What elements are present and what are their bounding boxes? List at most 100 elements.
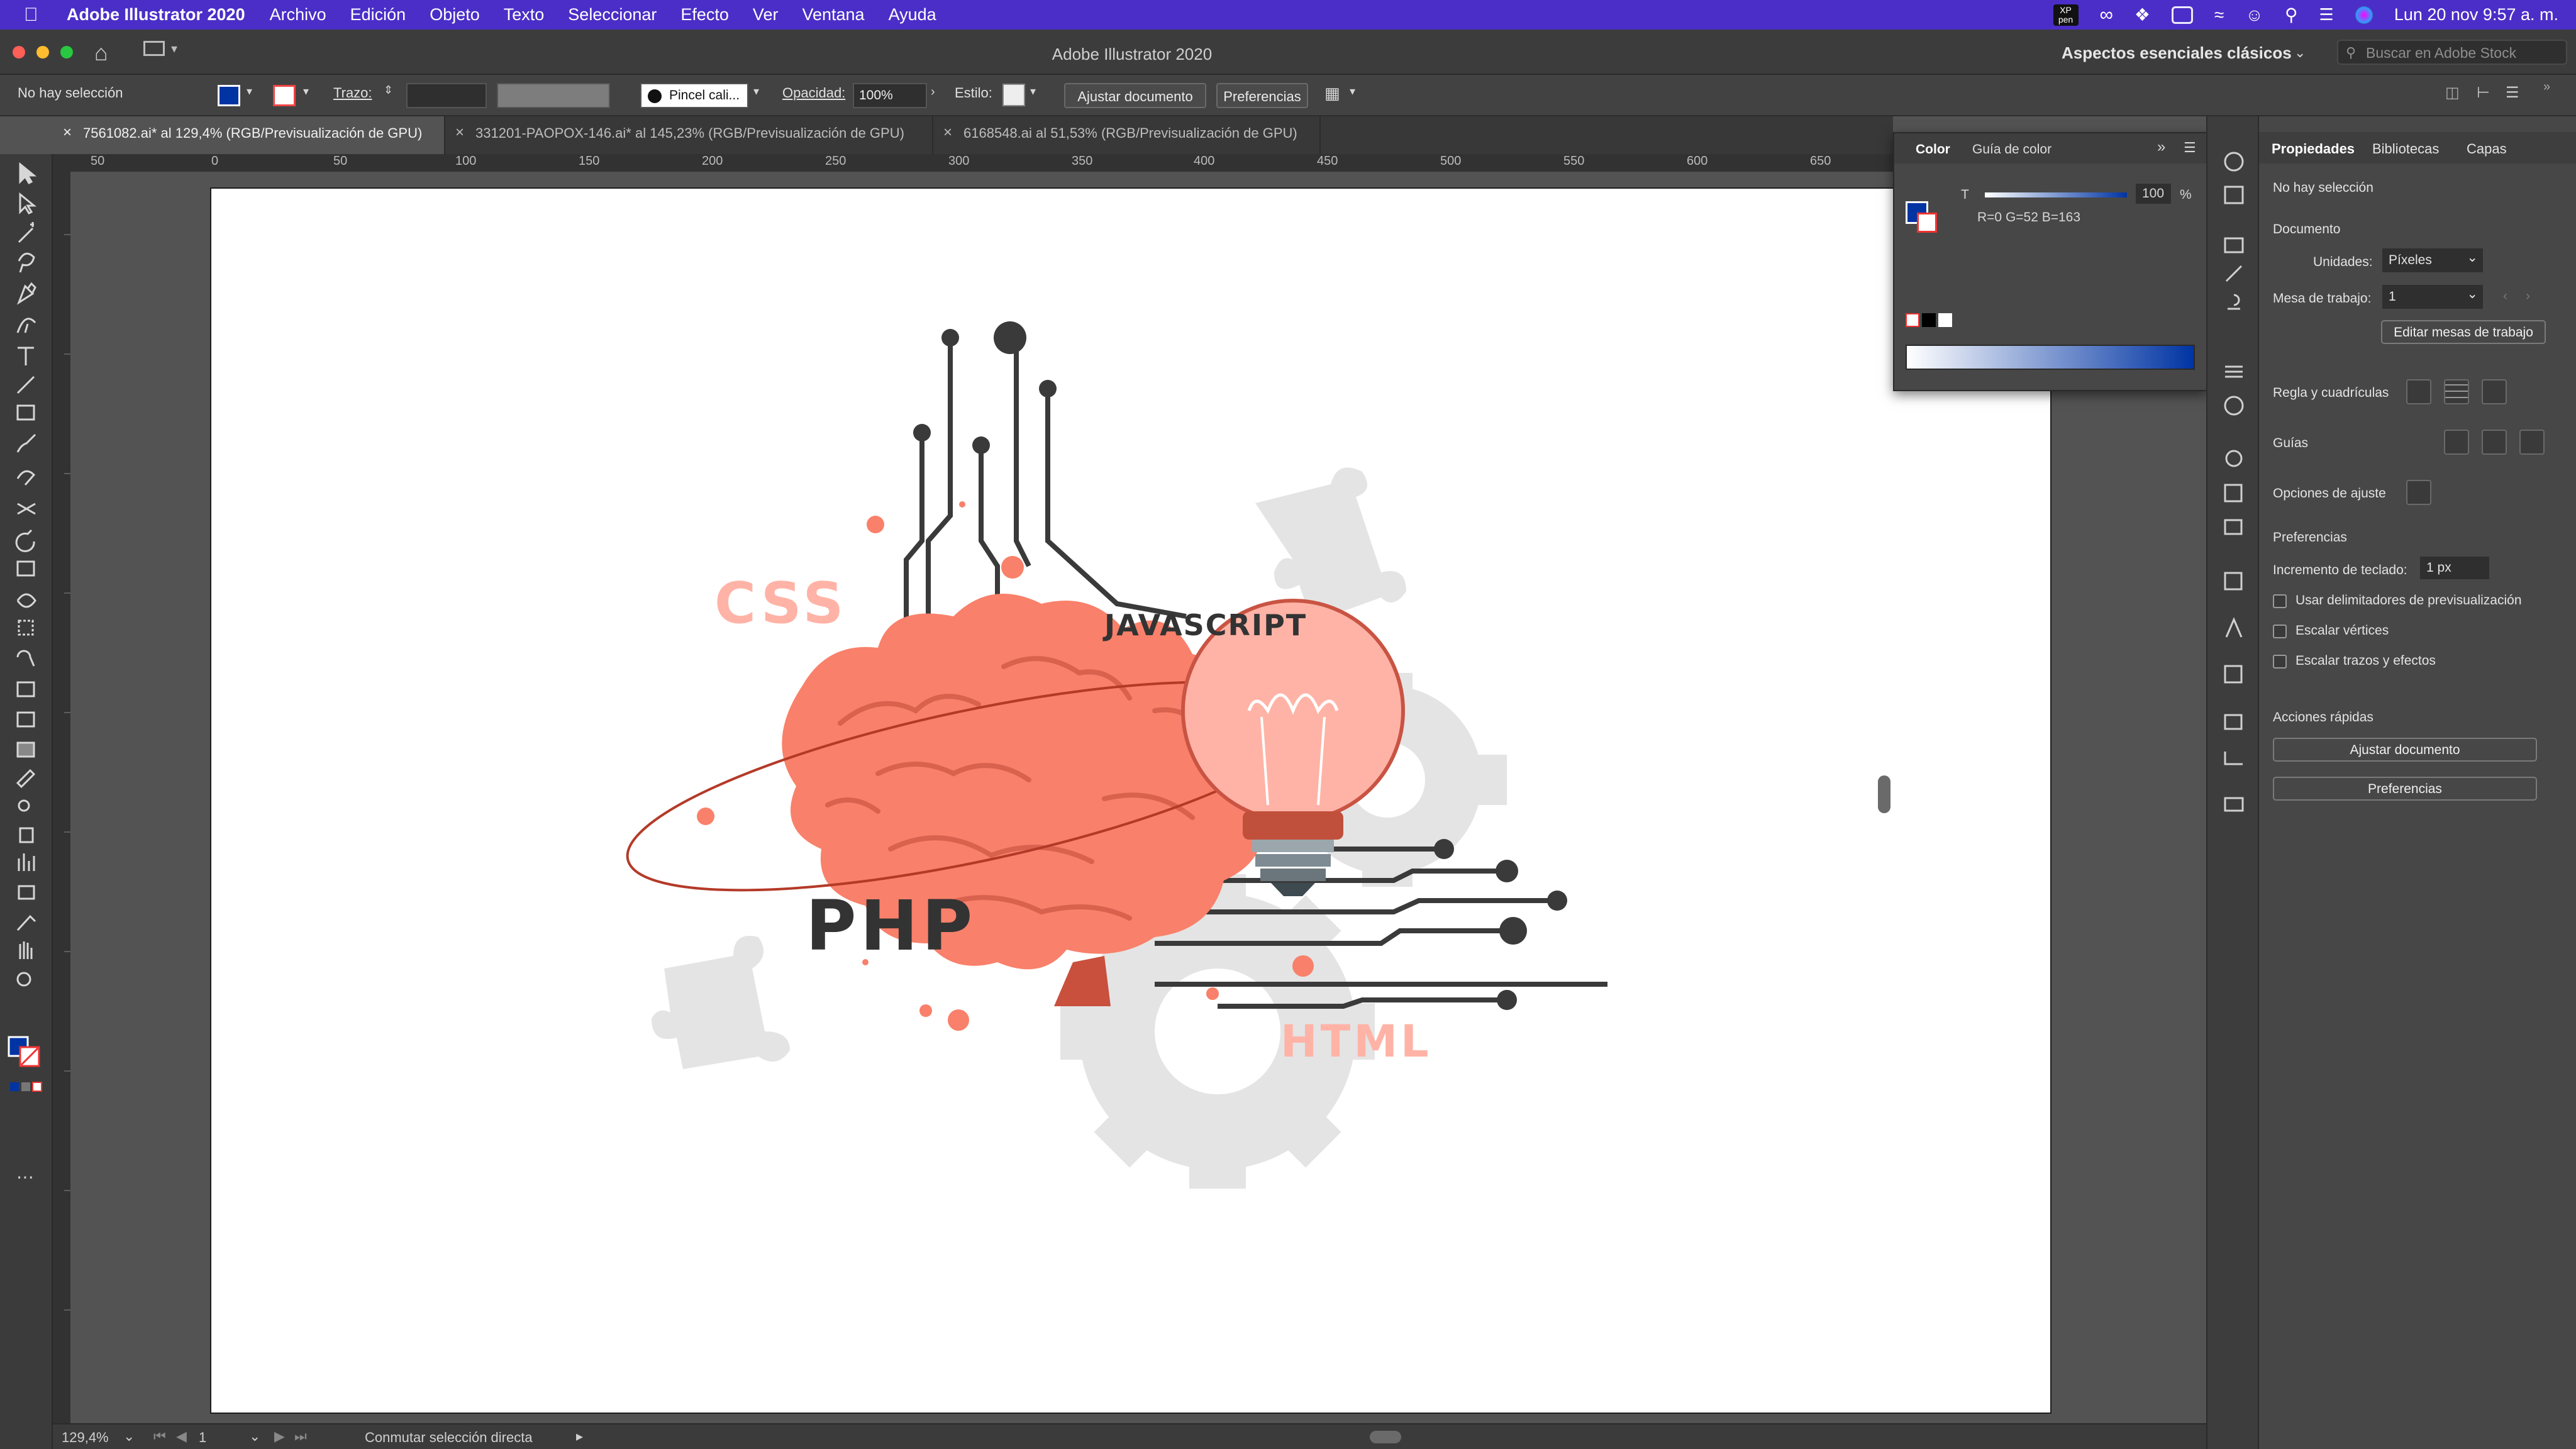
menu-ver[interactable]: Ver	[753, 5, 779, 25]
previous-artboard-icon[interactable]: ◀	[176, 1428, 187, 1445]
wifi-icon[interactable]: ≈	[2214, 5, 2224, 25]
tab-color-guide[interactable]: Guía de color	[1972, 142, 2051, 157]
menu-archivo[interactable]: Archivo	[270, 5, 326, 25]
vertical-scrollbar[interactable]	[1878, 775, 1890, 813]
display-icon[interactable]	[2172, 6, 2194, 24]
white-swatch[interactable]	[1938, 313, 1952, 327]
menu-edicion[interactable]: Edición	[350, 5, 406, 25]
chevron-down-icon[interactable]: ⌄	[2294, 45, 2306, 61]
shaper-tool-icon[interactable]	[16, 470, 36, 486]
chevron-right-icon[interactable]: ▸	[576, 1428, 583, 1445]
arrange-icon[interactable]: ▦	[1324, 84, 1340, 103]
chevron-down-icon[interactable]: ▾	[753, 85, 759, 98]
character-panel-icon[interactable]	[2225, 617, 2243, 638]
direct-selection-tool-icon[interactable]	[19, 192, 37, 214]
grid-icon[interactable]	[2444, 379, 2469, 404]
scale-strokes-label[interactable]: Escalar trazos y efectos	[2296, 653, 2436, 669]
tab-document-2[interactable]: × 331201-PAOPOX-146.ai* al 145,23% (RGB/…	[445, 116, 933, 154]
export-icon[interactable]	[2224, 484, 2243, 502]
scale-corners-label[interactable]: Escalar vértices	[2296, 623, 2389, 638]
tab-color[interactable]: Color	[1916, 142, 1950, 157]
tint-slider[interactable]	[1985, 192, 2127, 197]
rectangle-tool-icon[interactable]	[16, 404, 35, 421]
preview-bounds-label[interactable]: Usar delimitadores de previsualización	[2296, 593, 2522, 608]
date-time[interactable]: Lun 20 nov 9:57 a. m.	[2394, 5, 2558, 25]
tab-layers[interactable]: Capas	[2467, 141, 2507, 157]
apple-menu-icon[interactable]: 	[24, 4, 50, 26]
curvature-tool-icon[interactable]	[16, 318, 36, 333]
control-center-icon[interactable]: ☰	[2319, 5, 2334, 25]
rulers-icon[interactable]	[2406, 379, 2431, 404]
align-icon[interactable]: ⊢	[2477, 84, 2490, 102]
align-panel-icon[interactable]	[2224, 665, 2243, 684]
magic-wand-tool-icon[interactable]	[18, 222, 34, 243]
keyboard-increment-input[interactable]: 1 px	[2420, 557, 2489, 579]
first-artboard-icon[interactable]: ⏮	[153, 1428, 166, 1445]
chevron-down-icon[interactable]: ⌄	[249, 1428, 260, 1445]
stroke-panel-icon[interactable]	[2225, 365, 2243, 378]
fill-swatch[interactable]	[218, 85, 240, 106]
opacity-label[interactable]: Opacidad:	[782, 85, 845, 101]
preferences-button[interactable]: Preferencias	[2273, 777, 2537, 801]
fit-document-button[interactable]: Ajustar documento	[1064, 83, 1206, 108]
close-icon[interactable]: ×	[455, 124, 464, 142]
chevron-down-icon[interactable]: ▾	[247, 85, 252, 98]
preferences-button[interactable]: Preferencias	[1216, 83, 1308, 108]
last-artboard-icon[interactable]: ⏭	[294, 1428, 307, 1445]
color-guide-icon[interactable]	[2224, 186, 2244, 204]
next-artboard-icon[interactable]: ▶	[274, 1428, 285, 1445]
chevron-down-icon[interactable]: ▾	[1350, 85, 1355, 98]
hand-tool-icon[interactable]	[19, 941, 33, 959]
image-trace-icon[interactable]	[2224, 797, 2244, 812]
tint-value-field[interactable]: 100	[2136, 184, 2171, 204]
previous-artboard-icon[interactable]: ‹	[2503, 289, 2507, 304]
column-graph-tool-icon[interactable]	[18, 853, 35, 871]
user-icon[interactable]: ☺	[2245, 5, 2263, 25]
mission-control-icon[interactable]: ❖	[2135, 4, 2150, 25]
units-select[interactable]: Píxeles ⌄	[2382, 248, 2483, 272]
color-panel-icon[interactable]	[2224, 152, 2244, 172]
line-tool-icon[interactable]	[16, 375, 35, 394]
next-artboard-icon[interactable]: ›	[2526, 289, 2530, 304]
adobe-stock-search-input[interactable]: ⚲ Buscar en Adobe Stock	[2337, 40, 2567, 65]
tab-libraries[interactable]: Bibliotecas	[2372, 141, 2439, 157]
menu-objeto[interactable]: Objeto	[430, 5, 480, 25]
blend-tool-icon[interactable]	[18, 799, 30, 812]
zoom-tool-icon[interactable]	[16, 972, 31, 987]
panel-menu-icon[interactable]: ☰	[2184, 140, 2196, 156]
tab-document-3[interactable]: × 6168548.ai al 51,53% (RGB/Previsualiza…	[933, 116, 1321, 154]
artboard[interactable]: CSS JAVASCRIPT PHP HTML	[210, 187, 2051, 1414]
snap-to-point-icon[interactable]	[2406, 480, 2431, 505]
pixel-snap-icon[interactable]	[2482, 480, 2507, 505]
lock-guides-icon[interactable]	[2482, 430, 2507, 455]
preview-bounds-checkbox[interactable]	[2273, 594, 2287, 608]
menu-ventana[interactable]: Ventana	[802, 5, 864, 25]
chevron-down-icon[interactable]: ▾	[1030, 85, 1036, 98]
none-swatch[interactable]	[1906, 313, 1919, 327]
warp-tool-icon[interactable]	[16, 593, 36, 608]
transform-panel-icon[interactable]	[2224, 752, 2243, 765]
rotate-tool-icon[interactable]	[15, 529, 35, 552]
snap-to-grid-icon[interactable]	[2444, 480, 2469, 505]
artboards-panel-icon[interactable]	[2224, 519, 2243, 535]
xp-pen-icon[interactable]: XP pen	[2053, 4, 2079, 26]
close-icon[interactable]: ×	[943, 124, 952, 142]
mesh-tool-icon[interactable]	[16, 711, 35, 728]
chevron-down-icon[interactable]: ▾	[303, 85, 309, 98]
panel-menu-icon[interactable]: ◫	[2445, 84, 2460, 102]
selection-tool-icon[interactable]	[19, 162, 37, 184]
tab-properties[interactable]: Propiedades	[2272, 141, 2355, 157]
workspace-switcher[interactable]: Aspectos esenciales clásicos	[2062, 43, 2292, 63]
paintbrush-tool-icon[interactable]	[16, 433, 36, 453]
scale-tool-icon[interactable]	[16, 560, 35, 577]
scissors-tool-icon[interactable]	[17, 502, 36, 515]
symbol-sprayer-tool-icon[interactable]	[19, 827, 34, 843]
fill-stroke-widget[interactable]	[8, 1036, 42, 1092]
pathfinder-icon[interactable]	[2224, 714, 2243, 730]
edit-artboards-button[interactable]: Editar mesas de trabajo	[2381, 320, 2546, 344]
scale-corners-checkbox[interactable]	[2273, 625, 2287, 638]
graphic-style-swatch[interactable]	[1002, 84, 1025, 106]
zoom-level[interactable]: 129,4%	[62, 1430, 109, 1446]
swatches-icon[interactable]	[2224, 237, 2244, 253]
menu-ayuda[interactable]: Ayuda	[889, 5, 936, 25]
